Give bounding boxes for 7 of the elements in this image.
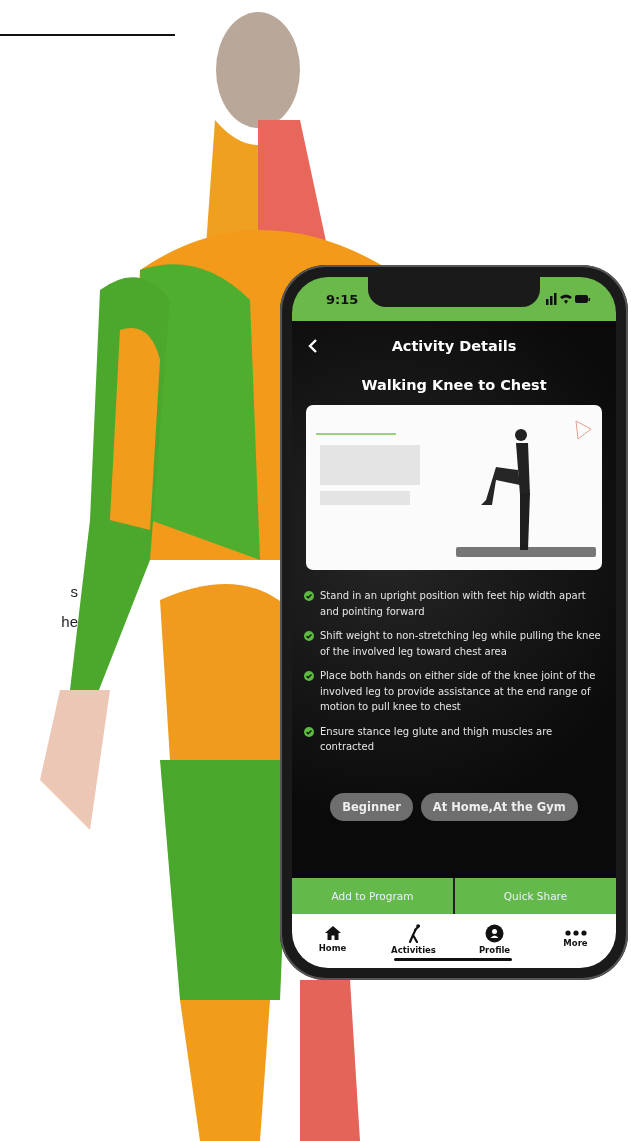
status-icons xyxy=(546,293,590,305)
nav-tab[interactable]: More xyxy=(545,930,606,948)
more-icon xyxy=(564,930,587,936)
nav-tab[interactable]: Profile xyxy=(464,923,525,955)
screen-title: Activity Details xyxy=(391,338,517,354)
tag-chip: At Home,At the Gym xyxy=(420,792,578,821)
profile-icon xyxy=(485,923,504,943)
